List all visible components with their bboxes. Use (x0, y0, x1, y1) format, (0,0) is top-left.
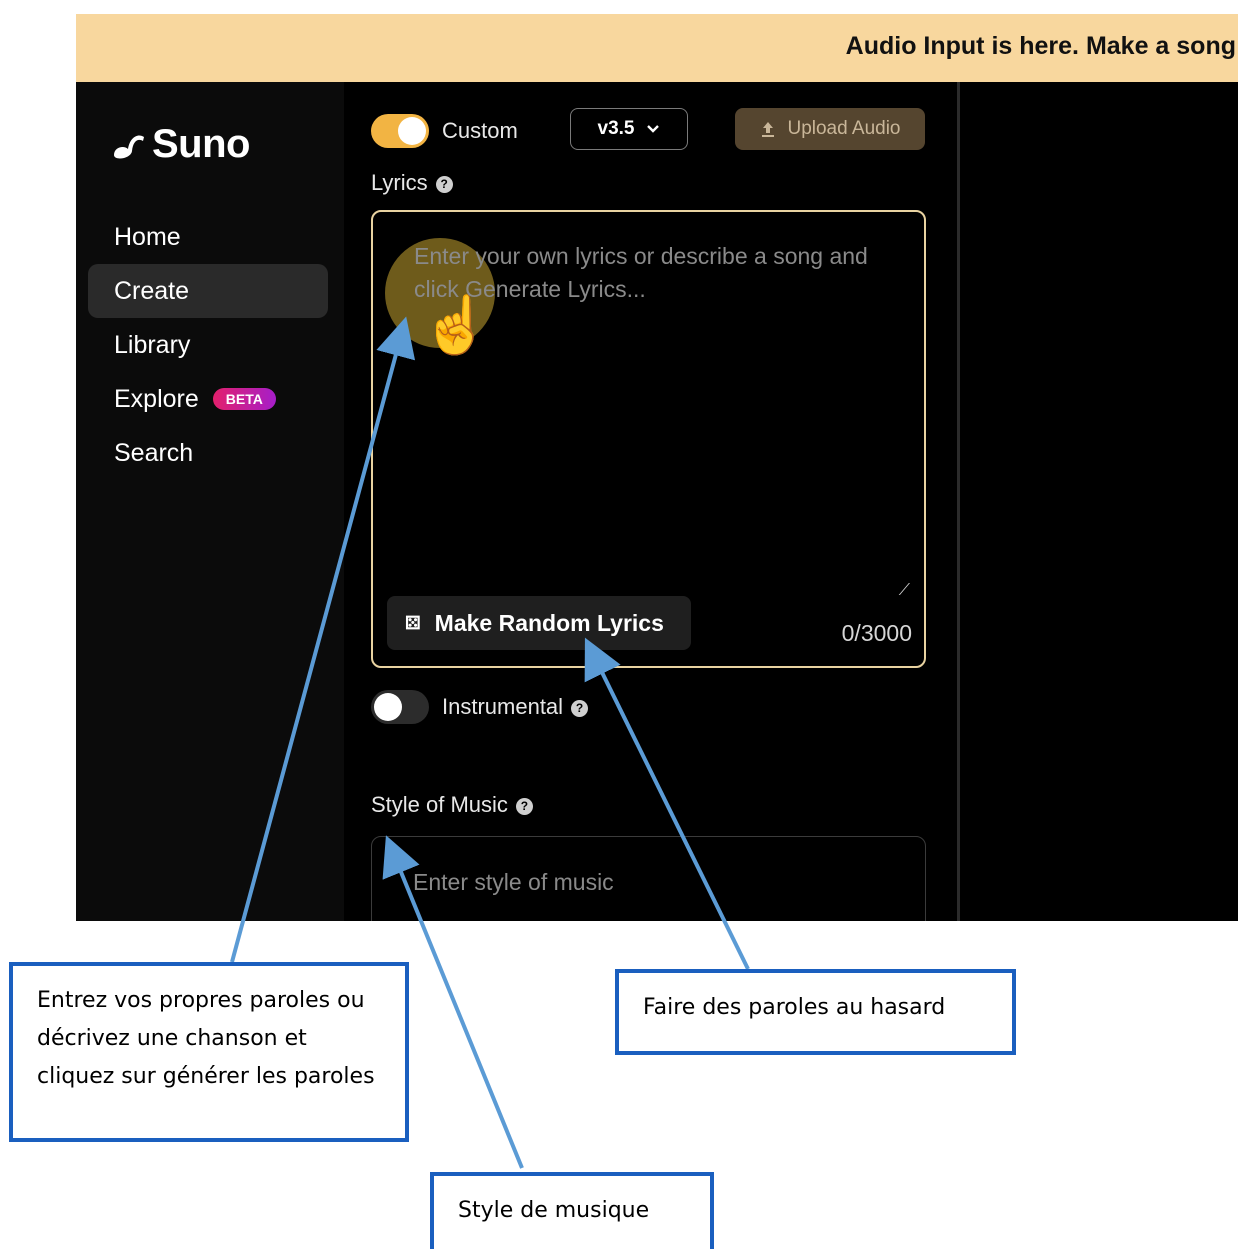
instrumental-toggle[interactable] (371, 690, 429, 724)
style-callout: Style de musique (430, 1172, 714, 1249)
version-select[interactable]: v3.5 (570, 108, 688, 150)
random-callout-text: Faire des paroles au hasard (643, 995, 946, 1020)
lyrics-callout: Entrez vos propres paroles ou décrivez u… (9, 962, 409, 1142)
custom-toggle[interactable] (371, 114, 429, 148)
chevron-down-icon (647, 125, 660, 133)
lyrics-callout-text: Entrez vos propres paroles ou décrivez u… (37, 988, 375, 1089)
help-icon[interactable]: ? (515, 797, 533, 815)
custom-label: Custom (442, 118, 518, 143)
lyrics-label-row: Lyrics? (371, 170, 453, 196)
hand-pointer-icon: ☝ (421, 293, 491, 356)
instrumental-label: Instrumental (442, 694, 564, 719)
sidebar-item-search[interactable]: Search (88, 426, 328, 480)
create-panel: Custom v3.5 Upload Audio Lyrics? Enter y… (344, 82, 957, 921)
make-random-lyrics-button[interactable]: ⚄ Make Random Lyrics (387, 596, 691, 650)
style-placeholder: Enter style of music (413, 869, 614, 895)
resize-handle-icon[interactable]: ⟋ (899, 582, 910, 600)
style-input[interactable]: Enter style of music (371, 836, 926, 921)
sidebar-item-explore[interactable]: Explore BETA (88, 372, 328, 426)
version-value: v3.5 (597, 118, 635, 139)
sidebar-item-label: Library (114, 330, 191, 359)
right-panel (960, 82, 1238, 921)
suno-logo-icon (114, 135, 144, 158)
logo-text: Suno (152, 122, 250, 166)
upload-label: Upload Audio (787, 118, 901, 139)
toggle-knob (374, 693, 402, 721)
upload-audio-button[interactable]: Upload Audio (735, 108, 925, 150)
dice-icon: ⚄ (405, 612, 421, 633)
upload-icon (762, 122, 775, 137)
character-counter: 0/3000 (841, 620, 912, 646)
random-lyrics-callout: Faire des paroles au hasard (615, 969, 1016, 1055)
random-lyrics-label: Make Random Lyrics (434, 609, 664, 636)
sidebar-item-label: Explore (114, 384, 199, 413)
suno-logo[interactable]: Suno (110, 122, 250, 167)
lyrics-label: Lyrics (371, 170, 428, 195)
sidebar-item-label: Search (114, 438, 194, 467)
sidebar-item-home[interactable]: Home (88, 210, 328, 264)
sidebar-item-label: Home (114, 222, 181, 251)
announcement-banner[interactable]: Audio Input is here. Make a song (76, 14, 1238, 82)
help-icon[interactable]: ? (571, 699, 589, 717)
sidebar: Suno Home Create Library Explore BETA Se… (76, 82, 344, 921)
suno-app-screenshot: Audio Input is here. Make a song Suno Ho… (76, 14, 1238, 921)
help-icon[interactable]: ? (435, 175, 453, 193)
style-label: Style of Music (371, 792, 508, 817)
style-label-row: Style of Music? (371, 792, 533, 818)
banner-text: Audio Input is here. Make a song (845, 32, 1236, 60)
toggle-knob (398, 117, 426, 145)
beta-badge: BETA (212, 388, 276, 410)
sidebar-item-library[interactable]: Library (88, 318, 328, 372)
instrumental-label-row: Instrumental? (442, 694, 589, 720)
lyrics-textarea[interactable]: Enter your own lyrics or describe a song… (371, 210, 926, 668)
style-callout-text: Style de musique (458, 1198, 650, 1223)
sidebar-item-create[interactable]: Create (88, 264, 328, 318)
sidebar-item-label: Create (114, 276, 190, 305)
